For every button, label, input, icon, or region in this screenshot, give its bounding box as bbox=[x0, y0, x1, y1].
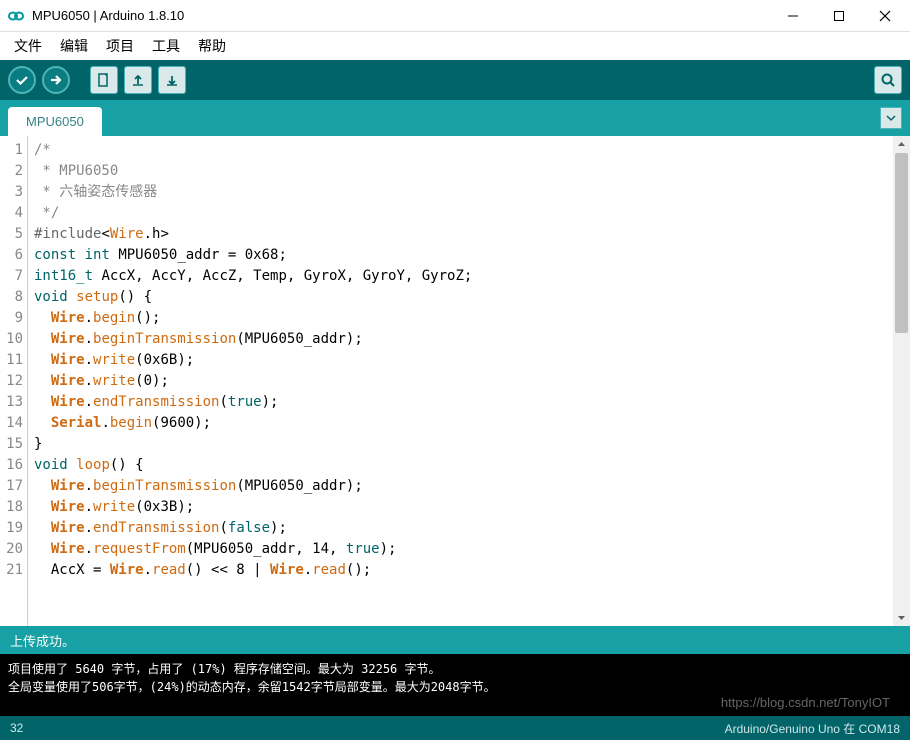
serial-monitor-button[interactable] bbox=[874, 66, 902, 94]
new-button[interactable] bbox=[90, 66, 118, 94]
menubar: 文件 编辑 项目 工具 帮助 bbox=[0, 32, 910, 60]
tabbar: MPU6050 bbox=[0, 100, 910, 136]
footer-bar: 32 Arduino/Genuino Uno 在 COM18 bbox=[0, 716, 910, 740]
menu-tools[interactable]: 工具 bbox=[144, 33, 188, 59]
menu-edit[interactable]: 编辑 bbox=[52, 33, 96, 59]
console-line: 全局变量使用了506字节，(24%)的动态内存，余留1542字节局部变量。最大为… bbox=[8, 678, 902, 696]
save-button[interactable] bbox=[158, 66, 186, 94]
arduino-logo-icon bbox=[8, 8, 24, 24]
tab-menu-button[interactable] bbox=[880, 107, 902, 129]
footer-board-info: Arduino/Genuino Uno 在 COM18 bbox=[725, 720, 900, 737]
sketch-tab[interactable]: MPU6050 bbox=[8, 107, 102, 136]
scroll-down-icon[interactable] bbox=[893, 609, 910, 626]
scroll-up-icon[interactable] bbox=[893, 136, 910, 153]
verify-button[interactable] bbox=[8, 66, 36, 94]
console-line: 项目使用了 5640 字节，占用了 (17%) 程序存储空间。最大为 32256… bbox=[8, 660, 902, 678]
console-output: 项目使用了 5640 字节，占用了 (17%) 程序存储空间。最大为 32256… bbox=[0, 654, 910, 716]
scroll-thumb[interactable] bbox=[895, 153, 908, 333]
titlebar: MPU6050 | Arduino 1.8.10 bbox=[0, 0, 910, 32]
code-editor[interactable]: 123456789101112131415161718192021 /* * M… bbox=[0, 136, 910, 626]
open-button[interactable] bbox=[124, 66, 152, 94]
line-number-gutter: 123456789101112131415161718192021 bbox=[0, 136, 28, 626]
menu-sketch[interactable]: 项目 bbox=[98, 33, 142, 59]
status-message: 上传成功。 bbox=[10, 631, 75, 650]
code-area[interactable]: /* * MPU6050 * 六轴姿态传感器 */ #include<Wire.… bbox=[28, 136, 893, 626]
menu-file[interactable]: 文件 bbox=[6, 33, 50, 59]
toolbar bbox=[0, 60, 910, 100]
scroll-track[interactable] bbox=[893, 153, 910, 609]
close-button[interactable] bbox=[862, 1, 908, 31]
menu-help[interactable]: 帮助 bbox=[190, 33, 234, 59]
upload-button[interactable] bbox=[42, 66, 70, 94]
maximize-button[interactable] bbox=[816, 1, 862, 31]
status-bar: 上传成功。 bbox=[0, 626, 910, 654]
minimize-button[interactable] bbox=[770, 1, 816, 31]
window-title: MPU6050 | Arduino 1.8.10 bbox=[32, 8, 770, 23]
vertical-scrollbar[interactable] bbox=[893, 136, 910, 626]
footer-line-number: 32 bbox=[10, 721, 23, 735]
